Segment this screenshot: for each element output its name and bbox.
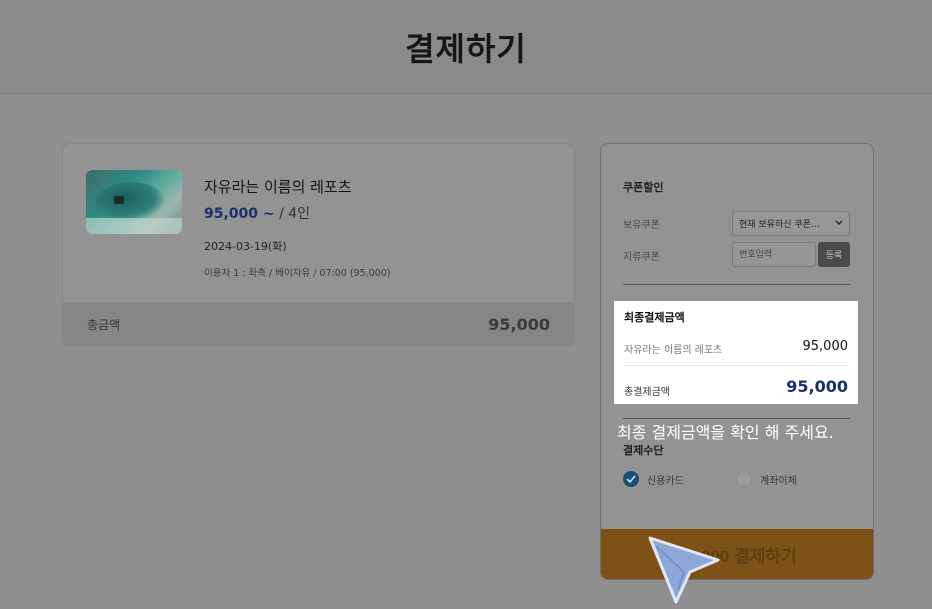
final-amount-highlight: 최종결제금액 자유라는 이름의 레포츠 95,000 총결제금액 95,000: [614, 301, 858, 404]
coupon-divider: [623, 284, 850, 285]
surfer-image-shape: [114, 196, 124, 204]
owned-coupon-select-value: 현재 보유하신 쿠폰…: [739, 220, 820, 230]
product-thumbnail: [86, 170, 182, 234]
chevron-down-icon: [833, 219, 843, 229]
page-title: 결제하기: [405, 29, 527, 68]
radio-unchecked-icon: [736, 471, 752, 487]
product-date: 2024-03-19(화): [204, 240, 287, 253]
owned-coupon-label: 보유쿠폰: [623, 220, 660, 231]
payment-option-card-label: 신용카드: [647, 475, 684, 487]
product-card: 자유라는 이름의 레포츠 95,000 ~ / 4인 2024-03-19(화)…: [62, 143, 575, 347]
owned-coupon-select[interactable]: 현재 보유하신 쿠폰…: [732, 211, 850, 236]
product-total-bar: 총금액 95,000: [63, 302, 574, 346]
page-header: 결제하기: [0, 0, 932, 94]
check-icon: [623, 471, 639, 487]
product-price: 95,000 ~: [204, 206, 275, 222]
pay-button[interactable]: 95,000 결제하기: [601, 529, 873, 579]
final-amount-title: 최종결제금액: [624, 311, 685, 324]
foam-image-shape: [86, 218, 182, 234]
cursor-pointer-icon: [648, 536, 720, 604]
product-per-person: / 4인: [274, 206, 311, 222]
product-title: 자유라는 이름의 레포츠: [204, 178, 352, 196]
coupon-section-title: 쿠폰할인: [623, 181, 664, 194]
final-total-label: 총결제금액: [624, 387, 670, 398]
payment-option-transfer[interactable]: 계좌이체: [736, 471, 797, 487]
coupon-register-button[interactable]: 등록: [818, 242, 850, 267]
guide-tooltip: 최종 결제금액을 확인 해 주세요.: [617, 423, 834, 442]
paper-coupon-label: 지류쿠폰: [623, 252, 660, 263]
product-detail: 이용자 1 : 좌측 / 베이자유 / 07:00 (95,000): [204, 268, 391, 279]
final-separator: [624, 365, 848, 366]
payment-method-title: 결제수단: [623, 444, 664, 457]
coupon-number-input[interactable]: [732, 242, 816, 267]
final-item-name: 자유라는 이름의 레포츠: [624, 345, 723, 356]
final-total-value: 95,000: [786, 377, 848, 396]
final-item-value: 95,000: [802, 339, 849, 354]
product-total-label: 총금액: [87, 317, 121, 332]
payment-option-card[interactable]: 신용카드: [623, 471, 684, 487]
product-total-value: 95,000: [488, 314, 550, 334]
payment-option-transfer-label: 계좌이체: [760, 475, 797, 487]
wave-image-shape: [96, 182, 166, 222]
product-price-line: 95,000 ~ / 4인: [204, 203, 310, 223]
